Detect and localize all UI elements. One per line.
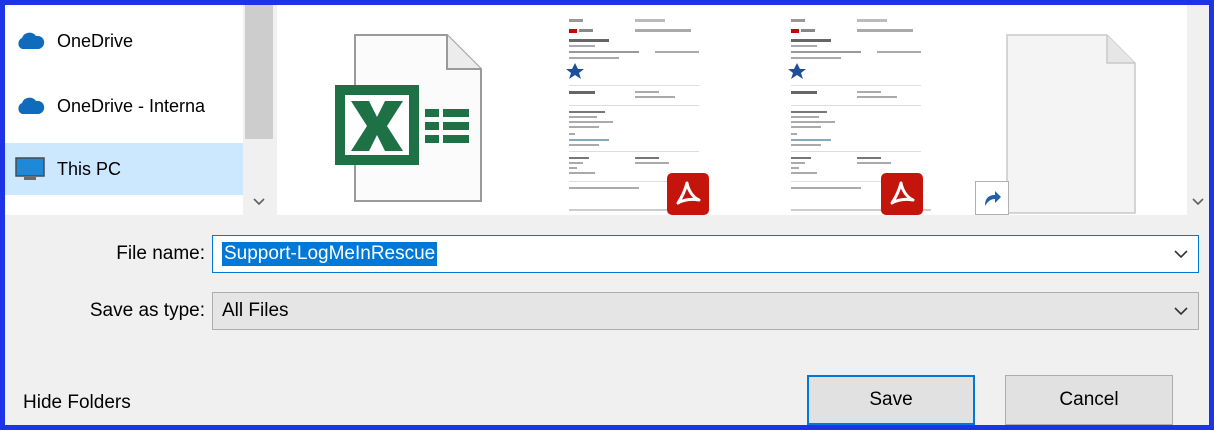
pdf-icon <box>881 173 923 215</box>
save-type-select[interactable]: All Files <box>212 292 1199 330</box>
file-list-pane <box>277 5 1187 215</box>
chevron-down-icon[interactable] <box>1174 236 1188 272</box>
pdf-icon <box>667 173 709 215</box>
nav-item-this-pc[interactable]: This PC <box>5 143 243 195</box>
computer-icon <box>13 156 47 182</box>
file-item-shortcut[interactable] <box>967 5 1147 215</box>
save-type-value: All Files <box>222 300 289 321</box>
save-dialog: OneDrive OneDrive - Interna This PC File… <box>5 5 1209 425</box>
nav-item-label: OneDrive - Interna <box>57 95 206 116</box>
navigation-pane: OneDrive OneDrive - Interna This PC <box>5 5 275 215</box>
save-type-label: Save as type: <box>89 300 205 321</box>
hide-folders-button[interactable]: Hide Folders <box>23 392 131 414</box>
file-item-pdf[interactable] <box>777 5 937 215</box>
nav-item-label: This PC <box>57 158 122 179</box>
excel-icon <box>335 34 482 202</box>
nav-scrollbar[interactable] <box>243 5 275 215</box>
files-scrollbar[interactable] <box>1187 5 1209 215</box>
chevron-down-icon[interactable] <box>243 189 275 215</box>
nav-scrollbar-thumb[interactable] <box>245 5 273 139</box>
file-item-excel[interactable] <box>329 5 489 215</box>
file-name-label: File name: <box>116 243 205 264</box>
cancel-button[interactable]: Cancel <box>1005 375 1173 425</box>
save-button[interactable]: Save <box>807 375 975 425</box>
nav-item-label: OneDrive <box>57 30 134 51</box>
file-name-value: Support-LogMeInRescue <box>222 242 438 266</box>
chevron-down-icon[interactable] <box>1174 293 1188 329</box>
file-item-pdf[interactable] <box>555 5 715 215</box>
nav-item-onedrive-internal[interactable]: OneDrive - Interna <box>5 80 243 132</box>
nav-item-onedrive[interactable]: OneDrive <box>5 15 243 67</box>
chevron-down-icon[interactable] <box>1187 189 1209 215</box>
file-name-input[interactable]: Support-LogMeInRescue <box>212 235 1199 273</box>
onedrive-cloud-icon <box>13 93 47 119</box>
shortcut-icon <box>975 181 1009 215</box>
onedrive-cloud-icon <box>13 28 47 54</box>
